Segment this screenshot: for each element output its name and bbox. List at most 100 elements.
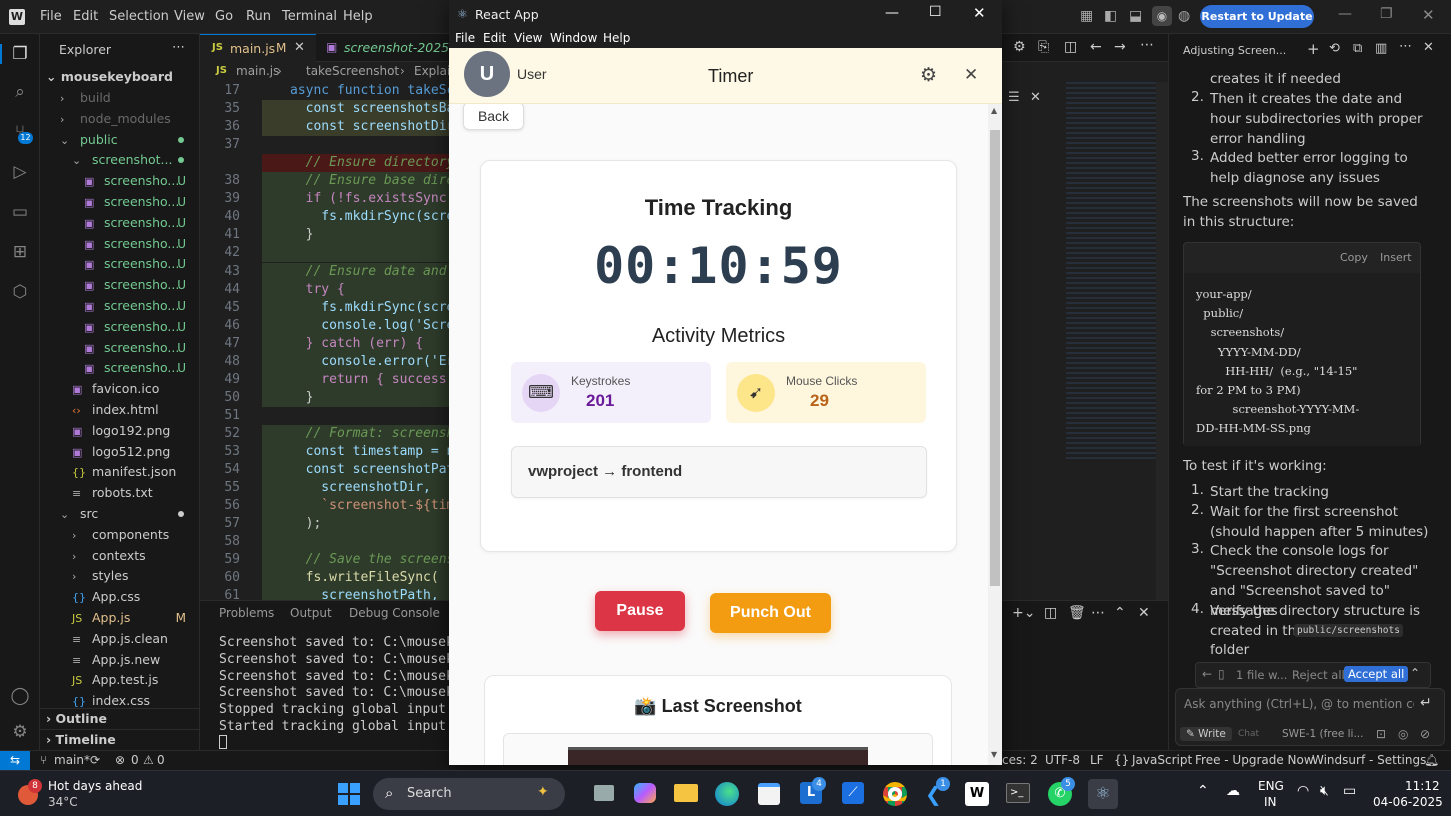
show-hidden-icons-icon[interactable]: ⌃ <box>1197 783 1209 799</box>
sync-icon[interactable]: ⟳ <box>90 753 100 767</box>
battery-icon[interactable]: ▭ <box>1343 783 1356 799</box>
extensions-icon[interactable]: ⊞ <box>10 242 30 262</box>
weather-widget[interactable]: 8 Hot days ahead 34°C <box>18 777 158 813</box>
react-menu-view[interactable]: View <box>514 31 542 45</box>
code-line[interactable]: 36 const screenshotDir = <box>200 118 470 137</box>
region-label[interactable]: IN <box>1264 795 1277 809</box>
react-menu-help[interactable]: Help <box>603 31 630 45</box>
chat-mode-button[interactable]: Chat <box>1238 729 1259 739</box>
code-line[interactable]: 52 // Format: screenshot- <box>200 424 478 443</box>
code-line[interactable]: // Ensure directory ex <box>200 154 478 173</box>
code-line[interactable]: 56 `screenshot-${timest <box>200 497 478 516</box>
react-scroll-thumb[interactable] <box>990 130 1000 586</box>
menu-view[interactable]: View <box>174 9 205 24</box>
react-close-icon[interactable]: ✕ <box>973 4 986 22</box>
avatar[interactable]: U <box>464 51 510 97</box>
find-widget-menu-icon[interactable]: ☰ <box>1008 90 1020 105</box>
windsurf-taskbar-icon[interactable]: W <box>965 782 989 806</box>
tree-item[interactable]: ▣ screensho... U <box>40 234 200 254</box>
open-in-tab-icon[interactable]: ⧉ <box>1353 41 1362 56</box>
task-view-icon[interactable] <box>594 785 614 801</box>
menu-selection[interactable]: Selection <box>109 9 169 24</box>
code-line[interactable]: 41 } <box>200 226 450 245</box>
find-widget-close-icon[interactable]: ✕ <box>1030 90 1041 105</box>
errors-count[interactable]: 0 <box>131 753 139 767</box>
editor-gear-icon[interactable]: ⚙ <box>1013 39 1026 55</box>
code-line[interactable]: 59 // Save the screenshot <box>200 551 478 570</box>
react-scroll-up-icon[interactable]: ▲ <box>991 106 997 115</box>
start-button-icon[interactable] <box>338 783 360 805</box>
clock-date[interactable]: 04-06-2025 <box>1373 795 1443 809</box>
electron-taskbar-icon[interactable]: ⚛ <box>1088 779 1118 809</box>
code-line[interactable]: 39 if (!fs.existsSync(scr <box>200 190 478 209</box>
tree-item[interactable]: › components <box>40 525 200 545</box>
store-icon[interactable] <box>758 783 780 805</box>
run-debug-icon[interactable]: ▷ <box>10 162 30 182</box>
minimap[interactable] <box>1066 82 1156 462</box>
settings-gear-icon[interactable]: ⚙ <box>920 64 937 86</box>
encoding[interactable]: UTF-8 <box>1045 753 1080 767</box>
copilot-icon[interactable] <box>634 783 656 803</box>
tree-item[interactable]: ▣ screensho... U <box>40 275 200 295</box>
code-line[interactable]: 38 // Ensure base directo <box>200 172 478 191</box>
more-actions-icon[interactable]: ⋯ <box>172 40 185 55</box>
tree-item[interactable]: ▣ logo192.png <box>40 421 200 441</box>
reject-all-button[interactable]: Reject all <box>1292 668 1345 682</box>
more-editor-actions-icon[interactable]: ⋯ <box>1140 37 1154 53</box>
code-line[interactable]: 50 } <box>200 388 450 407</box>
code-line[interactable]: 17 async function takeScreens <box>200 82 493 100</box>
code-line[interactable]: 40 fs.mkdirSync(screens <box>200 208 478 227</box>
model-selector[interactable]: SWE-1 (free li... <box>1282 728 1363 740</box>
close-panel-icon[interactable]: ✕ <box>1138 605 1150 621</box>
pause-button[interactable]: Pause <box>595 591 685 631</box>
terminal-icon[interactable]: >_ <box>1006 783 1030 803</box>
code-line[interactable]: 43 // Ensure date and hou <box>200 262 478 281</box>
indentation[interactable]: ces: 2 <box>1002 753 1038 767</box>
tree-item[interactable]: › build <box>40 88 200 108</box>
notifications-bell-icon[interactable]: 🔔︎ <box>1424 753 1439 767</box>
new-chat-icon[interactable]: + <box>1307 40 1320 58</box>
tree-item[interactable]: JS App.js M <box>40 608 200 628</box>
edge-icon[interactable] <box>715 782 739 806</box>
editor-scrollbar[interactable] <box>1156 82 1168 602</box>
outline-section[interactable]: › Outline <box>40 708 200 728</box>
mention-icon[interactable]: ◎ <box>1398 727 1408 741</box>
onedrive-icon[interactable]: ☁ <box>1226 783 1240 799</box>
code-line[interactable]: 53 const timestamp = now. <box>200 443 478 461</box>
code-line[interactable]: 42 <box>200 244 450 263</box>
database-icon[interactable]: ⬡ <box>10 282 30 302</box>
menu-terminal[interactable]: Terminal <box>282 9 337 24</box>
code-line[interactable]: 47 } catch (err) { <box>200 334 450 353</box>
tree-item[interactable]: {} manifest.json <box>40 462 200 482</box>
language-mode[interactable]: JavaScript <box>1132 753 1192 767</box>
close-app-icon[interactable]: ✕ <box>964 65 978 85</box>
language-label[interactable]: ENG <box>1258 779 1284 793</box>
split-editor-icon[interactable]: ◫ <box>1064 39 1077 55</box>
write-mode-button[interactable]: ✎ Write <box>1180 727 1232 741</box>
docs-icon[interactable]: ▥ <box>1375 41 1387 56</box>
files-icon[interactable]: ❐ <box>0 44 38 64</box>
tree-item[interactable]: ⌄ src <box>40 504 200 524</box>
react-scrollbar[interactable]: ▲ ▼ <box>988 104 1002 765</box>
minimize-icon[interactable]: — <box>1338 6 1352 22</box>
tree-item[interactable]: ▣ screensho... U <box>40 338 200 358</box>
react-maximize-icon[interactable]: ☐ <box>929 4 942 20</box>
code-line[interactable]: 54 const screenshotPath = <box>200 461 478 480</box>
tree-item[interactable]: ▣ screensho... U <box>40 358 200 378</box>
tree-item[interactable]: ▣ screensho... U <box>40 296 200 316</box>
tree-item[interactable]: JS App.test.js <box>40 670 200 690</box>
changed-files-label[interactable]: 1 file w... <box>1236 668 1287 682</box>
end-of-line[interactable]: LF <box>1090 753 1104 767</box>
tree-item[interactable]: › contexts <box>40 546 200 566</box>
tree-item[interactable]: ▣ screensho... U <box>40 317 200 337</box>
maximize-icon[interactable]: ❐ <box>1380 6 1393 22</box>
nav-back-icon[interactable]: ← <box>1090 39 1102 55</box>
code-line[interactable]: 58 <box>200 533 450 552</box>
mic-icon[interactable]: ⊘ <box>1420 727 1430 741</box>
tree-item[interactable]: ▣ screensho... U <box>40 171 200 191</box>
code-line[interactable]: 60 fs.writeFileSync( <box>200 569 450 588</box>
tree-item[interactable]: › styles <box>40 566 200 586</box>
tree-item[interactable]: ▣ logo512.png <box>40 442 200 462</box>
menu-run[interactable]: Run <box>246 9 271 24</box>
panel-tab-debug-console[interactable]: Debug Console <box>349 606 440 620</box>
